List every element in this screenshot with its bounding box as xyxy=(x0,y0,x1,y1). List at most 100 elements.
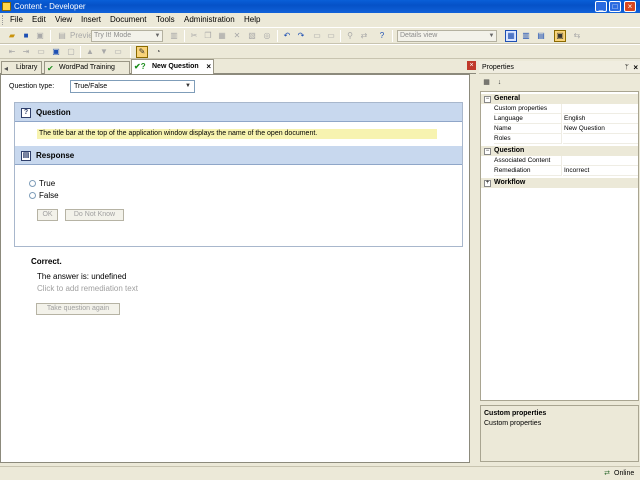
property-row[interactable]: Roles xyxy=(481,134,638,144)
option-false-label: False xyxy=(39,191,59,200)
properties-header: Properties ᛘ × xyxy=(479,61,640,74)
layout-columns-icon[interactable]: ▤ xyxy=(535,30,547,42)
category-workflow[interactable]: + Workflow xyxy=(481,178,638,188)
property-value[interactable] xyxy=(563,156,638,166)
collapse-icon[interactable]: − xyxy=(484,148,491,155)
description-text: Custom properties xyxy=(484,420,542,427)
save-all-icon[interactable]: ▣ xyxy=(34,30,46,42)
insert-item-icon[interactable]: ▭ xyxy=(35,46,47,58)
question-type-select[interactable]: True/False ▼ xyxy=(70,80,195,93)
insert-frame-icon[interactable]: ▭ xyxy=(311,30,323,42)
tab-new-question[interactable]: ✔? New Question × xyxy=(131,59,214,75)
option-false[interactable]: False xyxy=(29,191,59,201)
menu-edit[interactable]: Edit xyxy=(32,15,46,25)
menu-help[interactable]: Help xyxy=(244,15,260,25)
preview-icon[interactable]: ▤ xyxy=(56,30,68,42)
question-text[interactable]: The title bar at the top of the applicat… xyxy=(37,129,437,139)
move-down-icon[interactable]: ▼ xyxy=(98,46,110,58)
feedback-title: Correct. xyxy=(31,257,62,266)
image-icon[interactable]: ▣ xyxy=(50,46,62,58)
link-icon[interactable]: ◎ xyxy=(261,30,273,42)
question-section-title: Question xyxy=(36,108,71,117)
collapse-icon[interactable]: − xyxy=(484,96,491,103)
property-row[interactable]: Language English xyxy=(481,114,638,124)
move-icon[interactable]: ▭ xyxy=(112,46,124,58)
find-icon[interactable]: ⚲ xyxy=(344,30,356,42)
property-row[interactable]: Name New Question xyxy=(481,124,638,134)
close-window-button[interactable]: × xyxy=(624,1,636,12)
property-value[interactable]: English xyxy=(563,114,638,124)
help-icon[interactable]: ? xyxy=(376,30,388,42)
sort-az-icon[interactable]: ↓ xyxy=(494,77,505,88)
ok-button[interactable]: OK xyxy=(37,209,58,221)
chevron-down-icon: ▼ xyxy=(185,83,191,89)
minimize-button[interactable]: _ xyxy=(595,1,607,12)
move-up-icon[interactable]: ▲ xyxy=(84,46,96,58)
chevron-down-icon: ▼ xyxy=(154,33,161,39)
menu-file[interactable]: File xyxy=(10,15,23,25)
close-panel-icon[interactable]: × xyxy=(633,61,638,74)
publish-icon[interactable]: ▥ xyxy=(168,30,180,42)
option-true[interactable]: True xyxy=(29,179,55,189)
property-row[interactable]: Associated Content xyxy=(481,156,638,166)
remediation-placeholder[interactable]: Click to add remediation text xyxy=(37,284,138,294)
close-tab-icon[interactable]: × xyxy=(206,62,211,72)
property-row[interactable]: Remediation Incorrect xyxy=(481,166,638,176)
cut-icon[interactable]: ✂ xyxy=(188,30,200,42)
copy-icon[interactable]: ❐ xyxy=(202,30,214,42)
layout-details-icon[interactable]: ▦ xyxy=(505,30,517,42)
radio-false[interactable] xyxy=(29,192,36,199)
paste-icon[interactable]: ▦ xyxy=(216,30,228,42)
record-icon[interactable]: ◔ xyxy=(152,46,164,58)
property-value[interactable] xyxy=(563,134,638,144)
insert-link-icon[interactable]: ▭ xyxy=(325,30,337,42)
menu-tools[interactable]: Tools xyxy=(156,15,175,25)
property-row[interactable]: Custom properties xyxy=(481,104,638,114)
question-type-label: Question type: xyxy=(9,83,55,90)
categorized-icon[interactable]: ▦ xyxy=(481,77,492,88)
property-value[interactable]: Incorrect xyxy=(563,166,638,176)
property-value[interactable]: New Question xyxy=(563,124,638,134)
question-icon: ? xyxy=(21,108,31,118)
menu-document[interactable]: Document xyxy=(110,15,146,25)
expand-icon[interactable]: + xyxy=(484,180,491,187)
toolbar-separator xyxy=(184,30,185,42)
save-icon[interactable]: ■ xyxy=(20,30,32,42)
chevron-down-icon: ▼ xyxy=(488,33,495,39)
do-not-know-button[interactable]: Do Not Know xyxy=(65,209,124,221)
layout-split-icon[interactable]: ▥ xyxy=(520,30,532,42)
menu-administration[interactable]: Administration xyxy=(184,15,235,25)
option-true-label: True xyxy=(39,179,56,188)
undo-icon[interactable]: ↶ xyxy=(281,30,293,42)
view-select[interactable]: Details view ▼ xyxy=(397,30,497,42)
close-document-icon[interactable]: × xyxy=(467,61,476,70)
frame-icon[interactable]: ▢ xyxy=(65,46,77,58)
tab-library[interactable]: ◂ Library xyxy=(1,61,42,74)
menu-view[interactable]: View xyxy=(55,15,72,25)
menu-insert[interactable]: Insert xyxy=(81,15,101,25)
redo-icon[interactable]: ↷ xyxy=(295,30,307,42)
toolbar-separator xyxy=(392,30,393,42)
library-icon: ◂ xyxy=(4,64,9,73)
mode-select[interactable]: Try It! Mode ▼ xyxy=(91,30,163,42)
tab-wordpad-training[interactable]: ✔ WordPad Training xyxy=(44,61,130,74)
take-question-again-button[interactable]: Take question again xyxy=(36,303,120,315)
question-section-header: ? Question xyxy=(15,103,462,122)
maximize-button[interactable]: □ xyxy=(609,1,621,12)
spell-icon[interactable] xyxy=(364,30,376,42)
property-value[interactable] xyxy=(563,104,638,114)
radio-true[interactable] xyxy=(29,180,36,187)
properties-icon[interactable]: ▧ xyxy=(246,30,258,42)
indent-icon[interactable]: ⇥ xyxy=(20,46,32,58)
category-question[interactable]: − Question xyxy=(481,146,638,156)
tab-new-question-label: New Question xyxy=(152,63,199,70)
delete-icon[interactable]: ✕ xyxy=(231,30,243,42)
panel-toggle-icon[interactable]: ▣ xyxy=(554,30,566,42)
open-folder-icon[interactable]: ▰ xyxy=(6,30,18,42)
pin-icon[interactable]: ᛘ xyxy=(625,61,629,74)
edit-pencil-icon[interactable]: ✎ xyxy=(136,46,148,58)
category-general[interactable]: − General xyxy=(481,94,638,104)
toolbar-separator xyxy=(50,30,51,42)
sync-icon[interactable]: ⇆ xyxy=(571,30,583,42)
outdent-icon[interactable]: ⇤ xyxy=(6,46,18,58)
